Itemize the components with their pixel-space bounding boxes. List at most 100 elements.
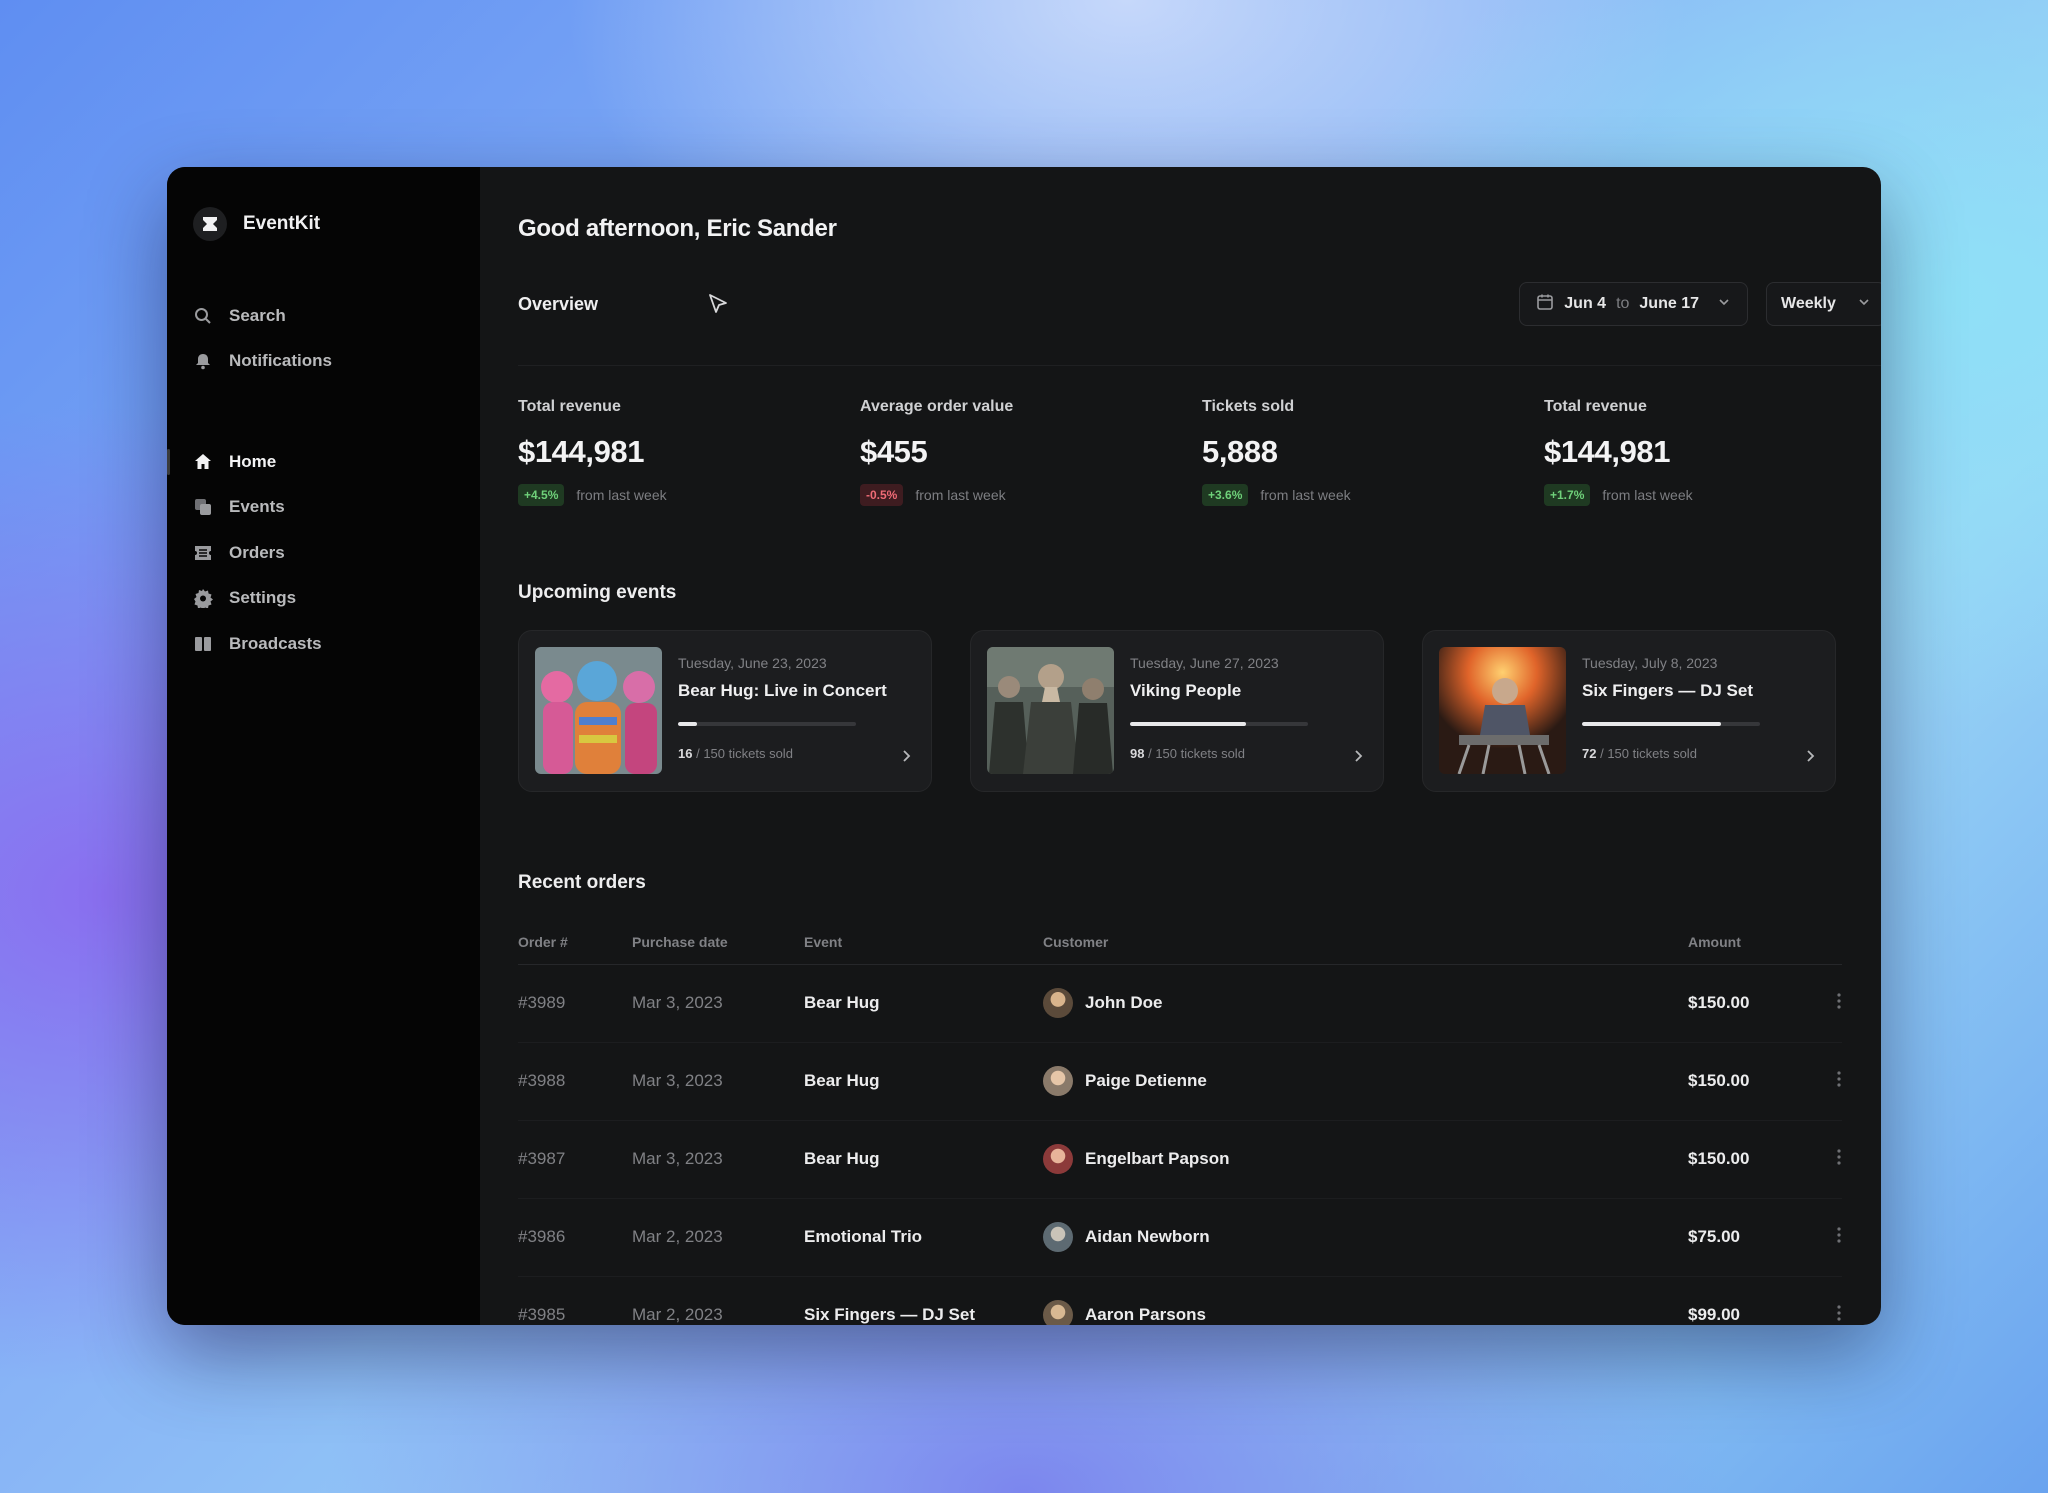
column-header-date[interactable]: Purchase date [632, 934, 804, 965]
gear-icon [193, 588, 213, 609]
change-note: from last week [1602, 487, 1693, 503]
purchase-date: Mar 2, 2023 [632, 1198, 804, 1277]
date-range-picker[interactable]: Jun 4 to June 17 [1519, 282, 1748, 326]
event-name: Emotional Trio [804, 1198, 1043, 1277]
eventkit-logo-icon [193, 207, 227, 241]
brand[interactable]: EventKit [193, 207, 480, 241]
events-icon [193, 497, 213, 517]
sidebar-item-orders[interactable]: Orders [193, 530, 480, 576]
change-badge: +4.5% [518, 484, 565, 506]
event-name: Viking People [1130, 681, 1242, 700]
recent-orders-title: Recent orders [518, 872, 646, 893]
sidebar-item-label: Notifications [229, 351, 332, 371]
tickets-progress-bar [1130, 722, 1308, 726]
avatar [1043, 1222, 1073, 1252]
stat-card: Total revenue $144,981 +4.5% from last w… [518, 398, 860, 506]
change-note: from last week [915, 487, 1006, 503]
sidebar-item-notifications[interactable]: Notifications [193, 339, 480, 385]
sidebar-item-search[interactable]: Search [193, 293, 480, 339]
sidebar-item-events[interactable]: Events [193, 485, 480, 531]
overview-title: Overview [518, 293, 599, 314]
stat-value: $144,981 [1544, 434, 1671, 469]
table-row[interactable]: #3985 Mar 2, 2023 Six Fingers — DJ Set A… [518, 1276, 1842, 1325]
sidebar-item-home[interactable]: Home [167, 439, 480, 485]
table-row[interactable]: #3987 Mar 3, 2023 Bear Hug Engelbart Pap… [518, 1120, 1842, 1199]
table-row[interactable]: #3988 Mar 3, 2023 Bear Hug Paige Detienn… [518, 1042, 1842, 1121]
order-number: #3989 [518, 964, 632, 1043]
chevron-right-icon [1351, 749, 1365, 763]
change-note: from last week [576, 487, 667, 503]
bell-icon [193, 351, 213, 371]
upcoming-events-title: Upcoming events [518, 582, 677, 603]
sidebar-item-settings[interactable]: Settings [193, 576, 480, 622]
tickets-sold: 16 / 150 tickets sold [678, 746, 793, 761]
event-date: Tuesday, June 27, 2023 [1130, 655, 1279, 671]
period-select[interactable]: Weekly [1766, 282, 1881, 326]
tickets-sold: 72 / 150 tickets sold [1582, 746, 1697, 761]
customer-name: Aaron Parsons [1085, 1305, 1206, 1324]
table-header-row: Order # Purchase date Event Customer Amo… [518, 934, 1842, 965]
table-row[interactable]: #3989 Mar 3, 2023 Bear Hug John Doe $150… [518, 964, 1842, 1043]
sidebar-item-label: Orders [229, 542, 285, 562]
event-date: Tuesday, July 8, 2023 [1582, 655, 1718, 671]
more-actions-icon[interactable] [1818, 1042, 1842, 1121]
tickets-progress-bar [1582, 722, 1760, 726]
date-separator: to [1616, 295, 1630, 312]
order-number: #3987 [518, 1120, 632, 1199]
chevron-down-icon [1857, 295, 1871, 314]
chevron-right-icon [899, 749, 913, 763]
event-date: Tuesday, June 23, 2023 [678, 655, 827, 671]
more-actions-icon[interactable] [1818, 1198, 1842, 1277]
column-header-event[interactable]: Event [804, 934, 1043, 965]
orders-table: Order # Purchase date Event Customer Amo… [518, 934, 1842, 1325]
column-header-order[interactable]: Order # [518, 934, 632, 965]
event-name: Six Fingers — DJ Set [1582, 681, 1753, 700]
stats-row: Total revenue $144,981 +4.5% from last w… [518, 365, 1881, 506]
order-number: #3985 [518, 1276, 632, 1325]
change-badge: +1.7% [1544, 484, 1591, 506]
chevron-right-icon [1803, 749, 1817, 763]
tickets-progress-bar [678, 722, 856, 726]
event-name: Bear Hug [804, 1042, 1043, 1121]
chevron-down-icon [1717, 295, 1731, 314]
event-card[interactable]: Tuesday, July 8, 2023 Six Fingers — DJ S… [1422, 630, 1836, 792]
column-header-amount[interactable]: Amount [1688, 934, 1818, 965]
event-card[interactable]: Tuesday, June 23, 2023 Bear Hug: Live in… [518, 630, 932, 792]
search-icon [193, 306, 213, 326]
event-card[interactable]: Tuesday, June 27, 2023 Viking People 98 … [970, 630, 1384, 792]
event-name: Bear Hug: Live in Concert [678, 681, 887, 700]
customer-name: Paige Detienne [1085, 1071, 1207, 1090]
overview-controls: Jun 4 to June 17 Weekly [1519, 282, 1881, 326]
more-actions-icon[interactable] [1818, 964, 1842, 1043]
event-name: Bear Hug [804, 1120, 1043, 1199]
order-amount: $99.00 [1688, 1276, 1818, 1325]
column-header-customer[interactable]: Customer [1043, 934, 1688, 965]
date-to: June 17 [1639, 295, 1699, 312]
event-image [535, 647, 662, 774]
order-amount: $150.00 [1688, 1120, 1818, 1199]
sidebar-item-label: Home [229, 451, 277, 471]
order-amount: $150.00 [1688, 964, 1818, 1043]
brand-name: EventKit [243, 213, 321, 234]
event-name: Six Fingers — DJ Set [804, 1276, 1043, 1325]
order-amount: $75.00 [1688, 1198, 1818, 1277]
customer-name: John Doe [1085, 993, 1163, 1012]
more-actions-icon[interactable] [1818, 1276, 1842, 1325]
upcoming-events-list: Tuesday, June 23, 2023 Bear Hug: Live in… [518, 630, 1881, 792]
stat-label: Total revenue [1544, 398, 1647, 415]
change-badge: +3.6% [1202, 484, 1249, 506]
stat-card: Average order value $455 -0.5% from last… [860, 398, 1202, 506]
purchase-date: Mar 3, 2023 [632, 1042, 804, 1121]
stat-value: $144,981 [518, 434, 645, 469]
broadcast-icon [193, 634, 213, 654]
sidebar: EventKit Search Notifications Home Event… [167, 167, 480, 1325]
purchase-date: Mar 3, 2023 [632, 1120, 804, 1199]
table-row[interactable]: #3986 Mar 2, 2023 Emotional Trio Aidan N… [518, 1198, 1842, 1277]
purchase-date: Mar 3, 2023 [632, 964, 804, 1043]
sidebar-item-label: Search [229, 305, 286, 325]
sidebar-item-broadcasts[interactable]: Broadcasts [193, 621, 480, 667]
calendar-icon [1536, 293, 1554, 316]
overview-header: Overview Jun 4 to June 17 Weekly [518, 281, 1881, 327]
avatar [1043, 1066, 1073, 1096]
more-actions-icon[interactable] [1818, 1120, 1842, 1199]
